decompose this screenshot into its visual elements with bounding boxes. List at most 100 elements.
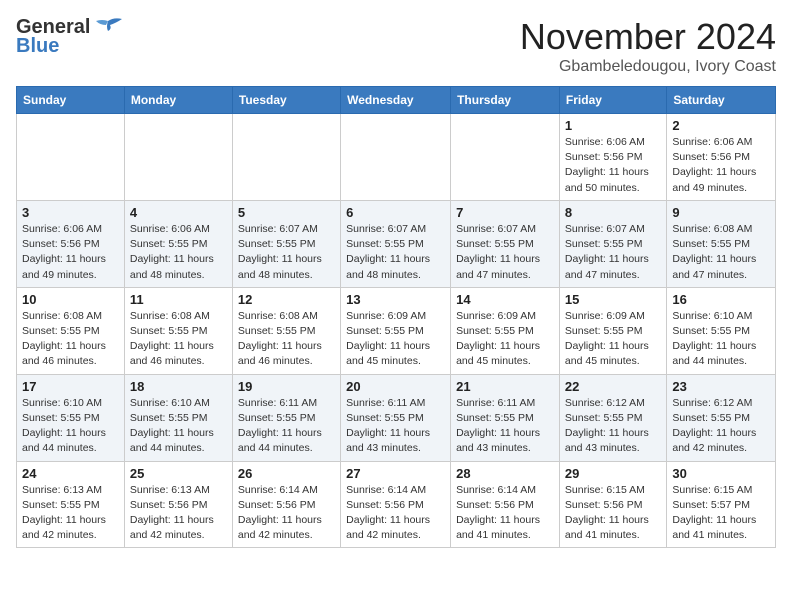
day-info: Sunrise: 6:06 AM Sunset: 5:56 PM Dayligh… (22, 222, 119, 283)
calendar-week-row: 17 Sunrise: 6:10 AM Sunset: 5:55 PM Dayli… (17, 374, 776, 461)
day-info: Sunrise: 6:11 AM Sunset: 5:55 PM Dayligh… (456, 396, 554, 457)
day-info: Sunrise: 6:06 AM Sunset: 5:55 PM Dayligh… (130, 222, 227, 283)
location-title: Gbambeledougou, Ivory Coast (520, 58, 776, 76)
day-info: Sunrise: 6:08 AM Sunset: 5:55 PM Dayligh… (130, 309, 227, 370)
day-info: Sunrise: 6:10 AM Sunset: 5:55 PM Dayligh… (130, 396, 227, 457)
day-info: Sunrise: 6:08 AM Sunset: 5:55 PM Dayligh… (672, 222, 770, 283)
day-number: 9 (672, 205, 770, 220)
calendar-cell (451, 114, 560, 201)
day-info: Sunrise: 6:06 AM Sunset: 5:56 PM Dayligh… (565, 135, 661, 196)
calendar-cell: 20 Sunrise: 6:11 AM Sunset: 5:55 PM Dayli… (341, 374, 451, 461)
calendar-cell: 5 Sunrise: 6:07 AM Sunset: 5:55 PM Daylig… (232, 200, 340, 287)
day-number: 20 (346, 379, 445, 394)
day-number: 13 (346, 292, 445, 307)
day-info: Sunrise: 6:10 AM Sunset: 5:55 PM Dayligh… (22, 396, 119, 457)
weekday-header-thursday: Thursday (451, 87, 560, 114)
calendar-cell: 30 Sunrise: 6:15 AM Sunset: 5:57 PM Dayli… (667, 461, 776, 548)
calendar-cell: 21Sunrise: 6:11 AM Sunset: 5:55 PM Dayli… (451, 374, 560, 461)
calendar-cell: 9 Sunrise: 6:08 AM Sunset: 5:55 PM Daylig… (667, 200, 776, 287)
calendar-cell: 19 Sunrise: 6:11 AM Sunset: 5:55 PM Dayli… (232, 374, 340, 461)
day-number: 7 (456, 205, 554, 220)
day-info: Sunrise: 6:10 AM Sunset: 5:55 PM Dayligh… (672, 309, 770, 370)
day-info: Sunrise: 6:06 AM Sunset: 5:56 PM Dayligh… (672, 135, 770, 196)
day-info: Sunrise: 6:15 AM Sunset: 5:57 PM Dayligh… (672, 483, 770, 544)
day-info: Sunrise: 6:07 AM Sunset: 5:55 PM Dayligh… (456, 222, 554, 283)
calendar-cell: 24Sunrise: 6:13 AM Sunset: 5:55 PM Dayli… (17, 461, 125, 548)
day-number: 23 (672, 379, 770, 394)
month-title: November 2024 (520, 16, 776, 58)
calendar-cell: 25 Sunrise: 6:13 AM Sunset: 5:56 PM Dayli… (124, 461, 232, 548)
calendar-week-row: 1 Sunrise: 6:06 AM Sunset: 5:56 PM Daylig… (17, 114, 776, 201)
day-number: 22 (565, 379, 661, 394)
day-info: Sunrise: 6:11 AM Sunset: 5:55 PM Dayligh… (346, 396, 445, 457)
title-area: November 2024 Gbambeledougou, Ivory Coas… (520, 16, 776, 76)
logo: General Blue (16, 16, 124, 58)
calendar-cell: 23 Sunrise: 6:12 AM Sunset: 5:55 PM Dayli… (667, 374, 776, 461)
calendar-cell: 12 Sunrise: 6:08 AM Sunset: 5:55 PM Dayli… (232, 287, 340, 374)
day-number: 6 (346, 205, 445, 220)
day-number: 15 (565, 292, 661, 307)
calendar-cell: 29 Sunrise: 6:15 AM Sunset: 5:56 PM Dayli… (559, 461, 666, 548)
weekday-header-wednesday: Wednesday (341, 87, 451, 114)
weekday-header-tuesday: Tuesday (232, 87, 340, 114)
day-number: 4 (130, 205, 227, 220)
day-number: 12 (238, 292, 335, 307)
calendar-cell: 2Sunrise: 6:06 AM Sunset: 5:56 PM Daylig… (667, 114, 776, 201)
day-info: Sunrise: 6:14 AM Sunset: 5:56 PM Dayligh… (456, 483, 554, 544)
day-info: Sunrise: 6:12 AM Sunset: 5:55 PM Dayligh… (565, 396, 661, 457)
weekday-header-monday: Monday (124, 87, 232, 114)
day-info: Sunrise: 6:14 AM Sunset: 5:56 PM Dayligh… (346, 483, 445, 544)
logo-bird-icon (92, 17, 124, 39)
calendar-cell (341, 114, 451, 201)
calendar-cell: 27 Sunrise: 6:14 AM Sunset: 5:56 PM Dayli… (341, 461, 451, 548)
day-number: 27 (346, 466, 445, 481)
weekday-header-friday: Friday (559, 87, 666, 114)
day-number: 25 (130, 466, 227, 481)
day-info: Sunrise: 6:11 AM Sunset: 5:55 PM Dayligh… (238, 396, 335, 457)
calendar-cell (232, 114, 340, 201)
day-info: Sunrise: 6:08 AM Sunset: 5:55 PM Dayligh… (22, 309, 119, 370)
day-number: 1 (565, 118, 661, 133)
day-number: 29 (565, 466, 661, 481)
calendar-cell: 10 Sunrise: 6:08 AM Sunset: 5:55 PM Dayli… (17, 287, 125, 374)
calendar-cell: 6 Sunrise: 6:07 AM Sunset: 5:55 PM Daylig… (341, 200, 451, 287)
day-number: 5 (238, 205, 335, 220)
day-info: Sunrise: 6:07 AM Sunset: 5:55 PM Dayligh… (238, 222, 335, 283)
day-info: Sunrise: 6:07 AM Sunset: 5:55 PM Dayligh… (565, 222, 661, 283)
logo-general: General (16, 16, 90, 38)
calendar-header-row: SundayMondayTuesdayWednesdayThursdayFrid… (17, 87, 776, 114)
day-number: 3 (22, 205, 119, 220)
calendar-cell: 22 Sunrise: 6:12 AM Sunset: 5:55 PM Dayli… (559, 374, 666, 461)
day-number: 14 (456, 292, 554, 307)
day-number: 17 (22, 379, 119, 394)
calendar-cell: 3 Sunrise: 6:06 AM Sunset: 5:56 PM Daylig… (17, 200, 125, 287)
day-info: Sunrise: 6:13 AM Sunset: 5:56 PM Dayligh… (130, 483, 227, 544)
day-number: 24 (22, 466, 119, 481)
calendar-cell (17, 114, 125, 201)
day-info: Sunrise: 6:09 AM Sunset: 5:55 PM Dayligh… (346, 309, 445, 370)
day-number: 10 (22, 292, 119, 307)
day-number: 11 (130, 292, 227, 307)
day-number: 26 (238, 466, 335, 481)
day-number: 30 (672, 466, 770, 481)
day-number: 19 (238, 379, 335, 394)
calendar-cell: 1 Sunrise: 6:06 AM Sunset: 5:56 PM Daylig… (559, 114, 666, 201)
calendar-cell: 11 Sunrise: 6:08 AM Sunset: 5:55 PM Dayli… (124, 287, 232, 374)
calendar-table: SundayMondayTuesdayWednesdayThursdayFrid… (16, 86, 776, 548)
day-info: Sunrise: 6:07 AM Sunset: 5:55 PM Dayligh… (346, 222, 445, 283)
day-number: 18 (130, 379, 227, 394)
day-info: Sunrise: 6:14 AM Sunset: 5:56 PM Dayligh… (238, 483, 335, 544)
page-header: General Blue November 2024 Gbambeledougo… (16, 16, 776, 76)
calendar-cell: 28Sunrise: 6:14 AM Sunset: 5:56 PM Dayli… (451, 461, 560, 548)
calendar-cell (124, 114, 232, 201)
calendar-cell: 15Sunrise: 6:09 AM Sunset: 5:55 PM Dayli… (559, 287, 666, 374)
weekday-header-saturday: Saturday (667, 87, 776, 114)
weekday-header-sunday: Sunday (17, 87, 125, 114)
day-info: Sunrise: 6:09 AM Sunset: 5:55 PM Dayligh… (456, 309, 554, 370)
calendar-cell: 13 Sunrise: 6:09 AM Sunset: 5:55 PM Dayli… (341, 287, 451, 374)
day-info: Sunrise: 6:15 AM Sunset: 5:56 PM Dayligh… (565, 483, 661, 544)
day-info: Sunrise: 6:08 AM Sunset: 5:55 PM Dayligh… (238, 309, 335, 370)
calendar-cell: 16Sunrise: 6:10 AM Sunset: 5:55 PM Dayli… (667, 287, 776, 374)
calendar-cell: 18 Sunrise: 6:10 AM Sunset: 5:55 PM Dayli… (124, 374, 232, 461)
day-info: Sunrise: 6:12 AM Sunset: 5:55 PM Dayligh… (672, 396, 770, 457)
